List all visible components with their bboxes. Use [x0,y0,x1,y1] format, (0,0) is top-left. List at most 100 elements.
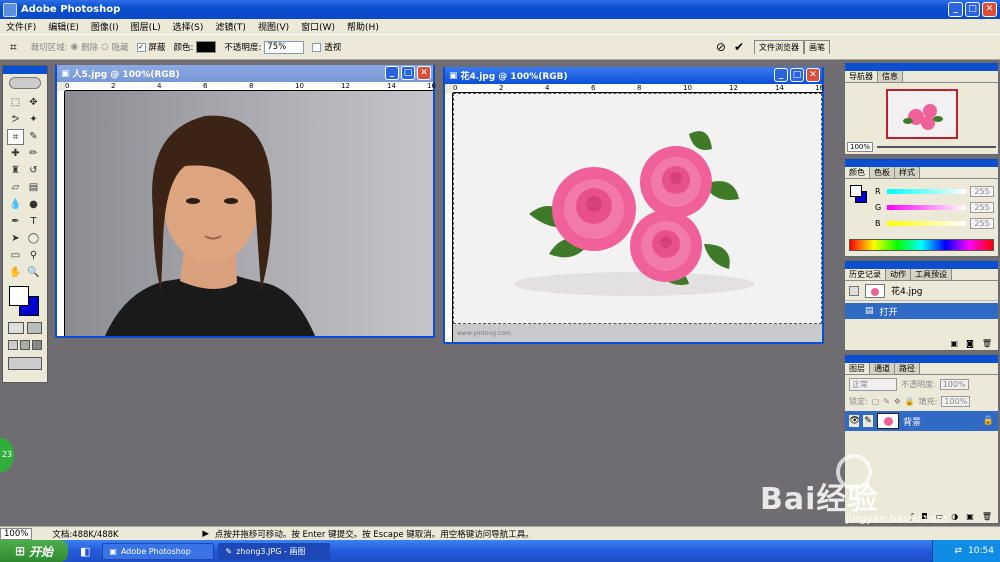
color-ramp[interactable] [849,239,994,251]
doc-close-button[interactable]: ✕ [417,66,431,80]
channel-slider[interactable] [887,220,966,226]
visibility-eye-icon[interactable]: 👁 [849,415,860,427]
tab-navigator[interactable]: 导航器 [845,71,878,82]
tab-styles[interactable]: 样式 [895,167,920,178]
start-button[interactable]: ⊞ 开始 [0,540,68,562]
document-window-roses[interactable]: ▣ 花4.jpg @ 100%(RGB) _ □ ✕ 0 2 4 6 8 10 … [443,67,824,344]
pen-tool-icon[interactable]: ✒ [7,214,24,230]
commit-icon[interactable]: ✔ [734,40,744,54]
doc-minimize-button[interactable]: _ [774,68,788,82]
status-arrow-icon[interactable]: ▶ [202,529,209,539]
zoom-tool-icon[interactable]: 🔍 [25,265,42,281]
shape-tool-icon[interactable]: ◯ [25,231,42,247]
task-photoshop[interactable]: ▣ Adobe Photoshop [102,542,215,560]
status-doc-size[interactable]: 文档:488K/488K [52,528,202,540]
menu-filter[interactable]: 滤镜(T) [209,20,252,33]
blur-tool-icon[interactable]: 💧 [7,197,24,213]
floating-badge[interactable]: 23 [0,438,14,472]
screen-mode-full-menu-icon[interactable] [20,340,30,350]
foreground-color-swatch[interactable] [9,286,29,306]
layer-row[interactable]: 👁 ✎ 背景 🔒 [845,411,998,431]
portrait-canvas[interactable] [65,91,433,336]
doc-maximize-button[interactable]: □ [401,66,415,80]
screen-mode-standard-icon[interactable] [8,340,18,350]
menu-help[interactable]: 帮助(H) [341,20,385,33]
menu-select[interactable]: 选择(S) [167,20,210,33]
brush-tool-icon[interactable]: ✏ [25,146,42,162]
shield-checkbox[interactable]: ✓ [136,42,146,52]
menu-edit[interactable]: 编辑(E) [42,20,85,33]
close-button[interactable]: ✕ [982,2,997,17]
hide-radio[interactable]: ○ [101,42,108,52]
marquee-tool-icon[interactable]: ⬚ [7,95,24,111]
type-tool-icon[interactable]: T [25,214,42,230]
channel-value[interactable]: 255 [970,201,994,213]
menu-image[interactable]: 图像(I) [85,20,125,33]
tab-file-browser[interactable]: 文件浏览器 [754,40,804,54]
doc-maximize-button[interactable]: □ [790,68,804,82]
doc-minimize-button[interactable]: _ [385,66,399,80]
slice-tool-icon[interactable]: ✎ [25,129,42,145]
tab-actions[interactable]: 动作 [886,269,911,280]
history-brush-icon[interactable]: ↺ [25,163,42,179]
new-adjustment-icon[interactable]: ◑ [951,512,958,521]
eraser-tool-icon[interactable]: ▱ [7,180,24,196]
menu-file[interactable]: 文件(F) [0,20,42,33]
tab-paths[interactable]: 路径 [895,363,920,374]
dodge-tool-icon[interactable]: ● [25,197,42,213]
color-fg-swatch[interactable] [850,185,862,197]
magic-wand-tool-icon[interactable]: ✦ [25,112,42,128]
gradient-tool-icon[interactable]: ▤ [25,180,42,196]
layer-brush-icon[interactable]: ✎ [863,415,873,427]
channel-slider[interactable] [887,204,966,210]
network-icon[interactable]: ⇄ [955,546,963,556]
tab-swatches[interactable]: 色板 [870,167,895,178]
lock-move-icon[interactable]: ✥ [894,397,901,406]
notes-tool-icon[interactable]: ▭ [7,248,24,264]
delete-layer-icon[interactable]: 🗑 [982,512,992,521]
new-snapshot-icon[interactable]: ◙ [966,339,974,348]
history-step[interactable]: ▤ 打开 [845,303,998,319]
crop-tool-icon[interactable]: ⌗ [10,40,17,55]
fill-field[interactable]: 100% [941,396,971,407]
minimize-button[interactable]: _ [948,2,963,17]
clock[interactable]: 10:54 [968,546,994,556]
tab-layers[interactable]: 图层 [845,363,870,374]
channel-slider[interactable] [887,188,966,194]
channel-value[interactable]: 255 [970,217,994,229]
crop-tool-icon[interactable]: ⌗ [7,129,24,145]
delete-radio[interactable]: ◉ [71,42,78,52]
tab-history[interactable]: 历史记录 [845,269,886,280]
lock-transparency-icon[interactable]: ▢ [872,397,880,406]
screen-mode-full-icon[interactable] [32,340,42,350]
delete-state-icon[interactable]: 🗑 [982,339,992,348]
quick-mask-icon[interactable] [26,322,42,334]
history-snapshot[interactable]: 花4.jpg [845,281,998,301]
blend-mode-select[interactable]: 正常 [849,378,897,391]
menu-window[interactable]: 窗口(W) [295,20,341,33]
menu-view[interactable]: 视图(V) [252,20,295,33]
path-select-icon[interactable]: ➤ [7,231,24,247]
clone-stamp-icon[interactable]: ♜ [7,163,24,179]
navigator-thumbnail[interactable] [885,89,958,139]
maximize-button[interactable]: □ [965,2,980,17]
cancel-icon[interactable]: ⊘ [716,40,726,54]
menu-layer[interactable]: 图层(L) [125,20,167,33]
tab-channels[interactable]: 通道 [870,363,895,374]
jump-to-imageready-icon[interactable] [8,357,42,370]
channel-value[interactable]: 255 [970,185,994,197]
history-brush-source-icon[interactable] [849,285,859,296]
move-tool-icon[interactable]: ✥ [25,95,42,111]
lock-all-icon[interactable]: 🔒 [905,397,915,406]
document-window-portrait[interactable]: ▣ 人5.jpg @ 100%(RGB) _ □ ✕ 0 2 4 6 8 10 … [55,65,436,338]
status-zoom[interactable]: 100% [0,527,33,540]
hand-tool-icon[interactable]: ✋ [7,265,24,281]
quick-launch-icon[interactable]: ◧ [80,545,90,558]
layer-opacity-field[interactable]: 100% [939,379,969,390]
adobe-online-icon[interactable] [3,74,47,92]
doc-close-button[interactable]: ✕ [806,68,820,82]
healing-brush-icon[interactable]: ✚ [7,146,24,162]
roses-canvas[interactable] [453,93,822,324]
tab-tool-presets[interactable]: 工具预设 [911,269,952,280]
new-document-icon[interactable]: ▣ [951,339,959,348]
